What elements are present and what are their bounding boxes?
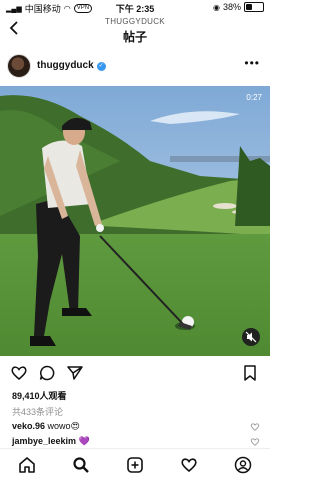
avatar[interactable] <box>7 54 31 78</box>
view-count: 89,410人观看 <box>12 391 67 401</box>
battery-fill <box>246 4 253 10</box>
comment-user[interactable]: veko.96 <box>12 421 45 431</box>
comment-heart-icon[interactable] <box>250 437 260 447</box>
heart-icon[interactable] <box>10 364 28 382</box>
status-right: ◉ 38% <box>213 2 264 12</box>
bookmark-icon[interactable] <box>241 364 259 382</box>
comment-item: jambye_leekim 💜 <box>12 436 90 447</box>
post-actions <box>0 362 270 384</box>
page-title: 帖子 <box>122 30 147 44</box>
battery-percent: 38% <box>222 2 241 12</box>
comment-icon[interactable] <box>38 364 56 382</box>
account-title: THUGGYDUCK <box>105 17 165 26</box>
add-post-icon[interactable] <box>126 456 144 474</box>
comment-heart-icon[interactable] <box>250 422 260 432</box>
activity-heart-icon[interactable] <box>180 456 198 474</box>
home-icon[interactable] <box>18 456 36 474</box>
profile-icon[interactable] <box>234 456 252 474</box>
battery-icon <box>244 2 264 12</box>
post-author-row: thuggyduck ✓ ••• <box>0 50 270 80</box>
author-username[interactable]: thuggyduck <box>37 60 94 71</box>
video-timer: 0:27 <box>246 93 262 102</box>
location-icon: ◉ <box>213 2 220 12</box>
search-icon[interactable] <box>72 456 90 474</box>
comment-item: veko.96 wowo😍 <box>12 421 80 432</box>
send-icon[interactable] <box>66 364 84 382</box>
comment-text: wowo😍 <box>47 421 80 431</box>
status-bar: ▂▄▆ 中国移动 ◠ VPN 下午 2:35 ◉ 38% <box>0 0 270 14</box>
more-dots-icon[interactable]: ••• <box>244 56 260 70</box>
author-username-row[interactable]: thuggyduck ✓ <box>37 60 106 71</box>
mute-icon[interactable] <box>242 328 260 346</box>
post-header: THUGGYDUCK 帖子 <box>0 14 270 46</box>
comment-user[interactable]: jambye_leekim <box>12 436 76 446</box>
golf-scene <box>0 86 270 356</box>
verified-badge-icon: ✓ <box>96 62 106 71</box>
view-all-comments-link[interactable]: 共433条评论 <box>12 405 63 418</box>
post-video[interactable]: 0:27 <box>0 86 270 356</box>
bottom-tab-bar <box>0 448 270 481</box>
comment-text: 💜 <box>78 436 90 446</box>
